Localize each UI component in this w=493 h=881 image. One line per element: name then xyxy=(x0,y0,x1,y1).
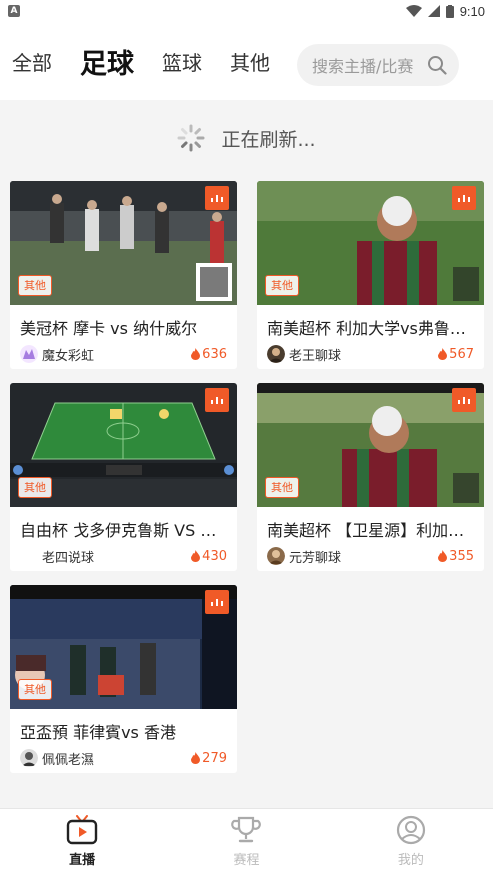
trophy-icon xyxy=(231,816,262,843)
avatar xyxy=(20,547,38,565)
heat-value: 430 xyxy=(202,548,227,564)
streamer-name: 元芳聊球 xyxy=(289,550,342,566)
category-tag: 其他 xyxy=(18,477,52,498)
live-badge-icon xyxy=(205,590,229,614)
category-tag: 其他 xyxy=(265,275,299,296)
heat-count: 279 xyxy=(191,751,227,766)
stream-thumbnail: 其他 xyxy=(257,383,484,507)
live-badge-icon xyxy=(205,186,229,210)
heat-count: 430 xyxy=(191,549,227,564)
stream-thumbnail: 其他 xyxy=(10,585,237,709)
stream-title: 南美超杯 【卫星源】利加大… xyxy=(267,521,481,540)
nav-live[interactable]: 直播 xyxy=(0,809,164,881)
search-icon[interactable] xyxy=(427,55,447,75)
heat-value: 567 xyxy=(449,346,474,362)
stream-card[interactable]: 其他 美冠杯 摩卡 vs 纳什威尔 魔女彩虹 636 xyxy=(10,181,237,369)
stream-card[interactable]: 其他 南美超杯 利加大学vs弗鲁米… 老王聊球 567 xyxy=(257,181,484,369)
stream-card[interactable]: 其他 亞盃預 菲律賓vs 香港 佩佩老濕 279 xyxy=(10,585,237,773)
nav-label-live: 直播 xyxy=(69,853,96,868)
avatar xyxy=(20,345,38,363)
avatar xyxy=(267,547,285,565)
heat-value: 636 xyxy=(202,346,227,362)
flame-icon xyxy=(438,550,448,562)
heat-count: 567 xyxy=(438,347,474,362)
streamer-name: 老四说球 xyxy=(42,550,95,566)
tab-football[interactable]: 足球 xyxy=(80,42,134,81)
notification-icon: A xyxy=(8,5,20,17)
stream-title: 南美超杯 利加大学vs弗鲁米… xyxy=(267,319,482,338)
heat-value: 279 xyxy=(202,750,227,766)
tv-icon xyxy=(66,815,98,845)
status-time: 9:10 xyxy=(459,3,485,19)
live-badge-icon xyxy=(452,186,476,210)
nav-profile[interactable]: 我的 xyxy=(329,809,493,881)
stream-thumbnail: 其他 xyxy=(257,181,484,305)
battery-icon xyxy=(445,4,454,18)
heat-count: 355 xyxy=(438,549,474,564)
flame-icon xyxy=(191,348,201,360)
tab-other[interactable]: 其他 xyxy=(230,47,270,76)
category-tag: 其他 xyxy=(18,275,52,296)
category-tag: 其他 xyxy=(265,477,299,498)
loading-spinner-icon xyxy=(177,124,205,152)
tab-basketball[interactable]: 篮球 xyxy=(162,47,202,76)
refresh-indicator: 正在刷新... xyxy=(0,100,493,176)
tab-all[interactable]: 全部 xyxy=(12,47,52,76)
status-bar: A 9:10 xyxy=(0,0,493,22)
nav-schedule[interactable]: 赛程 xyxy=(164,809,328,881)
stream-title: 亞盃預 菲律賓vs 香港 xyxy=(20,723,176,742)
streamer-name: 佩佩老濕 xyxy=(42,752,95,768)
stream-title: 自由杯 戈多伊克鲁斯 VS 科… xyxy=(20,521,233,540)
stream-card[interactable]: 其他 南美超杯 【卫星源】利加大… 元芳聊球 355 xyxy=(257,383,484,571)
heat-value: 355 xyxy=(449,548,474,564)
live-badge-icon xyxy=(205,388,229,412)
flame-icon xyxy=(191,752,201,764)
stream-thumbnail: 其他 xyxy=(10,383,237,507)
stream-card[interactable]: 其他 自由杯 戈多伊克鲁斯 VS 科… 老四说球 430 xyxy=(10,383,237,571)
nav-label-profile: 我的 xyxy=(397,853,424,868)
user-icon xyxy=(396,815,425,845)
refresh-text: 正在刷新... xyxy=(221,128,316,151)
signal-icon xyxy=(427,5,440,17)
search-input[interactable]: 搜索主播/比赛 xyxy=(297,44,459,86)
streamer-name: 老王聊球 xyxy=(289,348,342,364)
nav-label-schedule: 赛程 xyxy=(233,853,260,868)
stream-title: 美冠杯 摩卡 vs 纳什威尔 xyxy=(20,319,198,338)
flame-icon xyxy=(438,348,448,360)
top-header: 全部 足球 篮球 其他 搜索主播/比赛 xyxy=(0,22,493,100)
wifi-icon xyxy=(405,5,422,17)
bottom-navigation: 直播 赛程 我的 xyxy=(0,808,493,881)
heat-count: 636 xyxy=(191,347,227,362)
flame-icon xyxy=(191,550,201,562)
stream-thumbnail: 其他 xyxy=(10,181,237,305)
streamer-name: 魔女彩虹 xyxy=(42,348,95,364)
category-tag: 其他 xyxy=(18,679,52,700)
search-placeholder: 搜索主播/比赛 xyxy=(312,57,414,76)
avatar xyxy=(267,345,285,363)
live-badge-icon xyxy=(452,388,476,412)
avatar xyxy=(20,749,38,767)
